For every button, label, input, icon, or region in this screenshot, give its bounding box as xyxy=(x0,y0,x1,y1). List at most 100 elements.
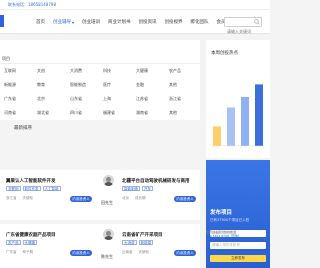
project-meta: 北京 成长期 xyxy=(122,196,146,201)
stage: 成长期 xyxy=(135,196,146,200)
category-item[interactable]: 上海 xyxy=(103,96,136,110)
nav-item-home[interactable]: 首页 xyxy=(32,10,49,34)
region: 北京 xyxy=(122,196,129,200)
consult-button[interactable]: 约谈投资人 xyxy=(70,250,92,256)
project-meta: 云南省 天使轮 xyxy=(122,250,149,255)
tag-list: 大消费 新能源 xyxy=(122,240,153,245)
category-item[interactable]: 大消费 xyxy=(70,68,103,82)
contact-phone: 联系电话：18658148798 xyxy=(8,2,56,7)
region: 云南省 xyxy=(122,250,133,254)
chart-bar xyxy=(241,97,249,146)
top-bar: 联系电话：18658148798 xyxy=(0,0,270,10)
hot-title: 本周创投热点 xyxy=(211,51,238,56)
publish-title: 发布项目 xyxy=(210,210,233,216)
category-item[interactable]: 文创 xyxy=(37,68,70,82)
nav-label: 首页 xyxy=(36,20,45,25)
category-item[interactable]: 互联网 xyxy=(4,68,37,82)
category-item[interactable]: 教育 xyxy=(37,82,70,96)
hotline-footer: 全国创业服务热线电话 186 5814 8798（咨询） xyxy=(206,230,270,238)
publish-subtitle: 已有37900个项目已入驻 xyxy=(210,218,250,222)
mentor-name: 陈先生 xyxy=(101,254,113,259)
mentor-card[interactable]: 田先生 xyxy=(98,170,120,220)
project-title[interactable]: 翼果认人工智能软件开发 xyxy=(6,178,56,184)
category-item[interactable]: 北京 xyxy=(37,96,70,110)
hot-topics-box: 本周创投热点 xyxy=(206,40,270,158)
category-item[interactable]: 江苏省 xyxy=(136,96,169,110)
project-meta: 浙江省 天使轮 xyxy=(6,196,33,201)
category-item[interactable]: 农产品 xyxy=(169,68,202,82)
consult-button[interactable]: 约谈投资人 xyxy=(174,250,196,256)
main-navbar: 首页 创业辅导▾ 创业培训 商业计划书 创投资讯 创投视界 孵化团队 会员服务 xyxy=(0,10,270,36)
mentor-name: 田先生 xyxy=(101,200,113,205)
category-item[interactable]: 其他 xyxy=(169,82,202,96)
tag: 智能制造 xyxy=(122,186,140,191)
tag: 大消费 xyxy=(122,240,137,245)
nav-item-news[interactable]: 创投资讯 xyxy=(135,10,161,34)
nav-label: 创业辅导 xyxy=(53,20,71,25)
nav-label: 商业计划书 xyxy=(108,20,131,25)
nav-item-business-plan[interactable]: 商业计划书 xyxy=(104,10,135,34)
category-item[interactable]: 医疗 xyxy=(103,82,136,96)
project-card[interactable]: 云南省矿产开采项目 大消费 新能源 云南省 天使轮 约谈投资人 xyxy=(118,224,200,268)
category-title: 项目 xyxy=(2,56,10,61)
tag: 汽车 xyxy=(142,186,153,191)
tag: 人工智能 xyxy=(42,186,61,191)
project-card[interactable]: 北疆平台自动驾驶机械研发与商用 智能制造 汽车 北京 成长期 约谈投资人 xyxy=(118,170,200,220)
nav-item-startup-coaching[interactable]: 创业辅导 ▾ xyxy=(49,10,78,34)
stage: 种子期 xyxy=(22,250,34,254)
publish-button[interactable]: 立即发布 xyxy=(210,255,266,262)
avatar xyxy=(103,229,114,240)
project-title[interactable]: 北疆平台自动驾驶机械研发与商用 xyxy=(122,178,190,184)
tag: 互联网 xyxy=(6,186,21,191)
hotline-phone[interactable]: 186 5814 8798（咨询） xyxy=(206,234,270,238)
mentor-card[interactable]: 陈先生 xyxy=(98,224,120,268)
nav-label: 创投资讯 xyxy=(138,20,157,25)
phone-field[interactable]: 请输入您的手机号 xyxy=(210,242,266,249)
tag-list: 互联网 软件开发 人工智能 xyxy=(6,186,61,191)
stage: 天使轮 xyxy=(22,196,34,200)
hot-bar-chart xyxy=(212,84,264,147)
project-card[interactable]: 翼果认人工智能软件开发 互联网 软件开发 人工智能 浙江省 天使轮 约谈投资人 xyxy=(0,170,98,220)
divider xyxy=(0,63,200,64)
project-meta: 广东省 种子期 xyxy=(6,250,33,255)
project-title[interactable]: 广东省健康农副产品项目 xyxy=(6,232,56,238)
search-icon[interactable] xyxy=(254,19,260,25)
category-item[interactable]: 科技 xyxy=(103,68,136,82)
tag: 新能源 xyxy=(138,240,153,245)
nav-item-training[interactable]: 创业培训 xyxy=(78,10,104,34)
category-item[interactable]: 新能源 xyxy=(4,82,37,96)
nav-label: 创投视界 xyxy=(164,20,183,25)
category-item[interactable]: 智能制造 xyxy=(70,82,103,96)
tag: 软件开发 xyxy=(22,186,41,191)
logo[interactable] xyxy=(0,15,4,27)
publish-box: 发布项目 已有37900个项目已入驻 请输入您的姓名 请输入您的手机号 立即发布 xyxy=(206,160,270,268)
section-title: 最新排序 xyxy=(14,126,32,131)
tag: 农产品 xyxy=(6,240,21,245)
nav-label: 创业培训 xyxy=(82,20,101,25)
project-title[interactable]: 云南省矿产开采项目 xyxy=(122,232,163,238)
chart-bar xyxy=(227,107,235,146)
category-item[interactable]: 金融 xyxy=(136,82,169,96)
tag-list: 智能制造 汽车 xyxy=(122,186,153,191)
tag: 大健康 xyxy=(22,240,37,245)
chevron-down-icon: ▾ xyxy=(72,19,75,25)
consult-button[interactable]: 约谈投资人 xyxy=(174,196,196,202)
category-item[interactable]: 广东省 xyxy=(4,96,37,110)
search-box xyxy=(224,17,262,36)
chart-bar xyxy=(255,84,263,146)
stage: 天使轮 xyxy=(138,250,150,254)
search-input[interactable] xyxy=(225,27,255,36)
nav-menu: 首页 创业辅导▾ 创业培训 商业计划书 创投资讯 创投视界 孵化团队 会员服务 xyxy=(32,10,239,34)
consult-button[interactable]: 约谈投资人 xyxy=(70,196,92,202)
category-item[interactable]: 山东省 xyxy=(70,96,103,110)
nav-label: 孵化团队 xyxy=(190,20,209,25)
avatar xyxy=(103,175,114,186)
nav-item-vision[interactable]: 创投视界 xyxy=(161,10,187,34)
category-item[interactable]: 大健康 xyxy=(136,68,169,82)
nav-item-incubation[interactable]: 孵化团队 xyxy=(187,10,213,34)
tag-list: 农产品 大健康 xyxy=(6,240,37,245)
category-item[interactable]: 浙江省 xyxy=(169,96,202,110)
region: 广东省 xyxy=(6,250,17,254)
region: 浙江省 xyxy=(6,196,17,200)
project-card[interactable]: 广东省健康农副产品项目 农产品 大健康 广东省 种子期 约谈投资人 xyxy=(0,224,98,268)
